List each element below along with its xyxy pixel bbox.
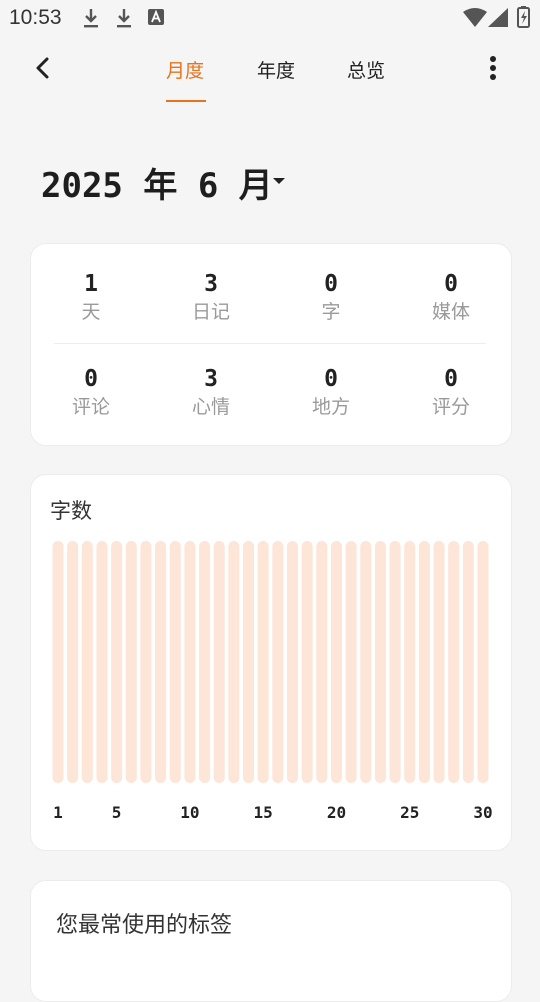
stat-places: 0 地方 (271, 365, 391, 419)
day-bar-track (477, 541, 489, 783)
word-count-card: 字数 1 5 10 15 20 25 30 (30, 474, 512, 851)
day-bar-track (184, 541, 196, 783)
stat-label: 地方 (311, 396, 350, 418)
x-tick-label: 25 (400, 803, 419, 822)
stat-label: 日记 (191, 301, 230, 323)
x-tick-label: 15 (254, 803, 273, 822)
day-bar-track (52, 541, 64, 783)
day-bar-track (228, 541, 240, 783)
x-tick-label: 1 (53, 803, 63, 822)
day-bar-track (213, 541, 225, 783)
stat-value: 0 (324, 366, 338, 392)
day-bar-track (257, 541, 269, 783)
stat-label: 媒体 (431, 301, 470, 323)
download-icon (84, 9, 98, 28)
stats-card: 1 天 3 日记 0 字 0 媒体 0 评论 3 心情 0 地方 0 评分 (30, 243, 512, 446)
day-bar-track (404, 541, 416, 783)
stat-value: 3 (204, 271, 218, 297)
day-bar-track (140, 541, 152, 783)
day-bar-track (301, 541, 313, 783)
day-bar-track (360, 541, 372, 783)
x-tick-label: 20 (327, 803, 346, 822)
stat-value: 3 (204, 366, 218, 392)
download-icon (117, 9, 131, 28)
stat-value: 1 (84, 271, 98, 297)
tab-overview[interactable]: 总览 (347, 56, 385, 83)
stat-label: 天 (81, 301, 101, 323)
divider (54, 343, 486, 344)
caret-down-icon[interactable] (271, 176, 287, 186)
day-bar-track (418, 541, 430, 783)
more-vertical-icon[interactable] (480, 52, 506, 84)
day-bar-track (389, 541, 401, 783)
day-bar-track (125, 541, 137, 783)
status-bar: 10:53 (0, 0, 540, 36)
stat-label: 心情 (191, 396, 230, 418)
tab-yearly[interactable]: 年度 (257, 56, 295, 83)
stat-value: 0 (324, 271, 338, 297)
tab-active-indicator (166, 100, 206, 102)
stat-label: 评分 (431, 396, 470, 418)
tags-title: 您最常使用的标签 (56, 913, 233, 938)
tags-card: 您最常使用的标签 (30, 880, 512, 1002)
stat-ratings: 0 评分 (391, 365, 511, 419)
day-bar-track (345, 541, 357, 783)
battery-charging-icon (517, 6, 530, 28)
day-bar-track (155, 541, 167, 783)
day-bar-track (199, 541, 211, 783)
stat-value: 0 (84, 366, 98, 392)
stat-value: 0 (444, 271, 458, 297)
stat-comments: 0 评论 (31, 365, 151, 419)
day-bar-track (96, 541, 108, 783)
stat-media: 0 媒体 (391, 270, 511, 324)
stat-value: 0 (444, 366, 458, 392)
day-bar-track (462, 541, 474, 783)
day-bar-track (330, 541, 342, 783)
tab-monthly[interactable]: 月度 (166, 56, 204, 83)
day-bar-track (433, 541, 445, 783)
stat-days: 1 天 (31, 270, 151, 324)
day-bar-track (111, 541, 123, 783)
x-tick-label: 5 (112, 803, 122, 822)
word-count-chart: 1 5 10 15 20 25 30 (52, 541, 493, 822)
day-bar-track (286, 541, 298, 783)
status-time: 10:53 (9, 6, 62, 29)
stat-diaries: 3 日记 (151, 270, 271, 324)
text-a-icon (148, 9, 164, 25)
wifi-icon (463, 8, 487, 27)
top-app-bar: 月度 年度 总览 (0, 36, 540, 106)
day-bar-track (272, 541, 284, 783)
day-bar-track (81, 541, 93, 783)
day-bar-track (448, 541, 460, 783)
stat-label: 评论 (71, 396, 110, 418)
period-selector[interactable]: 2025 年 6 月 (41, 158, 273, 207)
stat-moods: 3 心情 (151, 365, 271, 419)
day-bar-track (316, 541, 328, 783)
day-bar-track (243, 541, 255, 783)
x-tick-label: 30 (473, 803, 492, 822)
day-bar-track (374, 541, 386, 783)
x-tick-label: 10 (180, 803, 199, 822)
day-bar-track (67, 541, 79, 783)
chevron-left-icon[interactable] (28, 52, 60, 84)
cellular-signal-icon (488, 8, 508, 27)
stat-words: 0 字 (271, 270, 391, 324)
day-bar-track (169, 541, 181, 783)
stat-label: 字 (321, 301, 341, 323)
